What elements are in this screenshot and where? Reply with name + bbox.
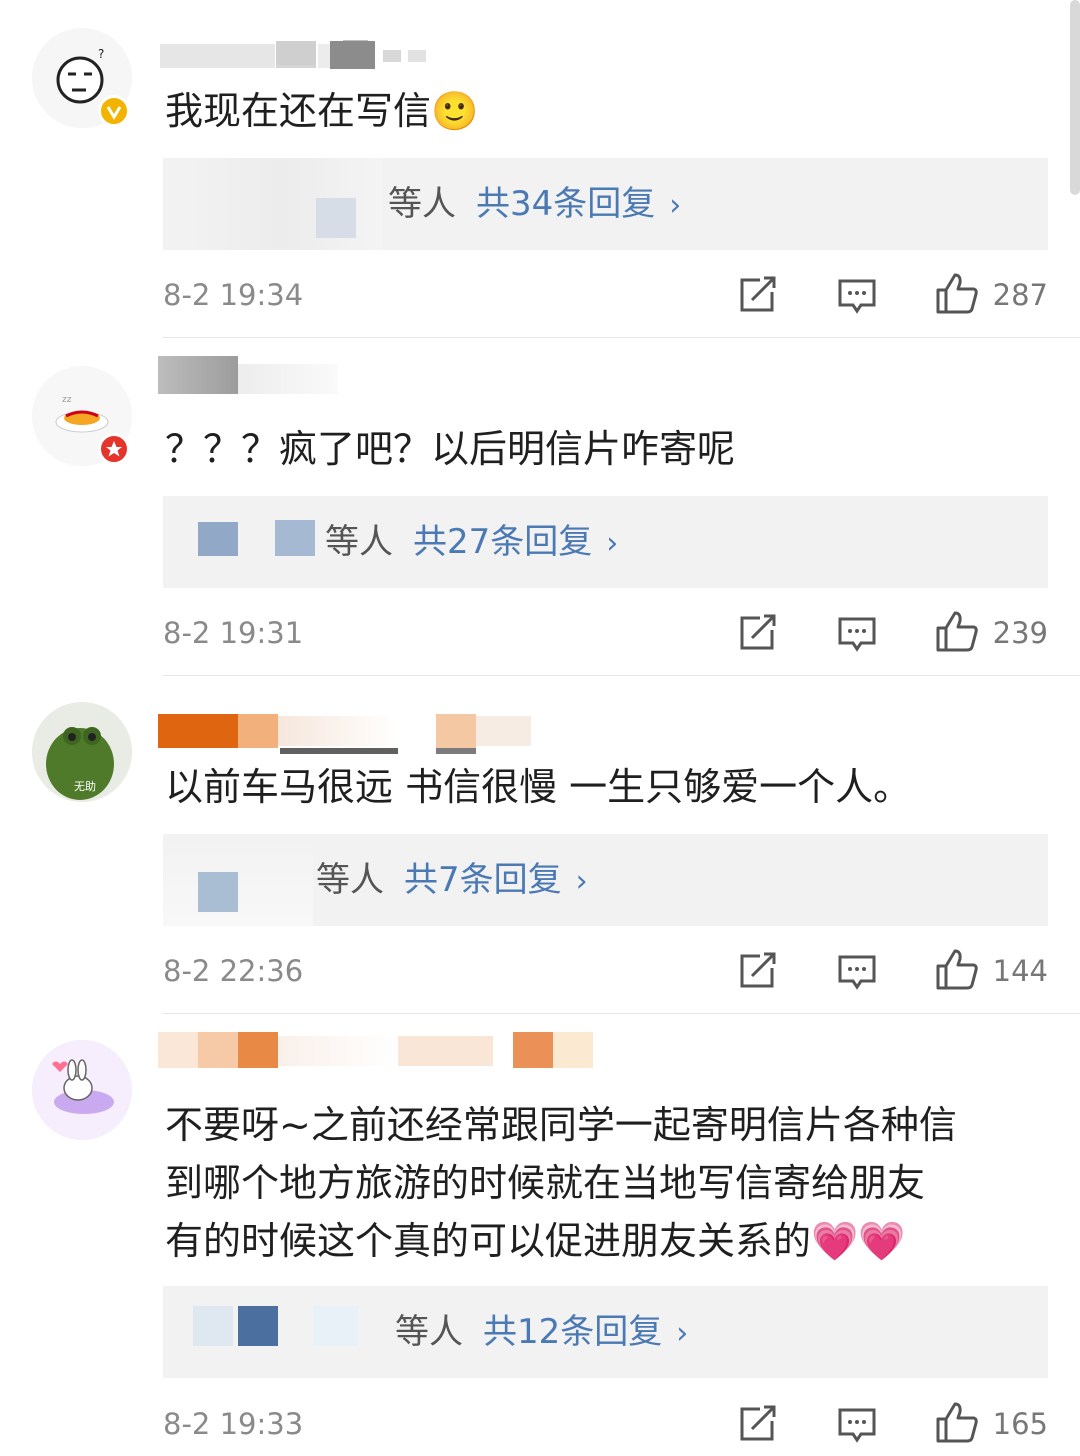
verified-badge-icon	[98, 433, 130, 465]
rabbit-avatar-icon	[32, 1040, 132, 1140]
comment-text-line: 到哪个地方旅游的时候就在当地写信寄给朋友	[165, 1161, 926, 1205]
like-count: 239	[992, 616, 1048, 650]
reply-preview[interactable]: 等人 共12条回复 ›	[163, 1286, 1048, 1378]
chevron-right-icon: ›	[669, 188, 682, 223]
reply-preview[interactable]: 等人 共34条回复 ›	[163, 158, 1048, 250]
comment-icon[interactable]	[837, 278, 877, 314]
reply-count-link[interactable]: 共7条回复	[404, 860, 562, 900]
reply-authors-suffix: 等人	[395, 1312, 463, 1352]
chevron-right-icon: ›	[676, 1316, 689, 1351]
thumbs-up-icon[interactable]	[935, 272, 979, 314]
like-count: 144	[992, 954, 1048, 988]
username-redacted[interactable]	[158, 714, 578, 754]
thumbs-up-icon[interactable]	[935, 610, 979, 652]
share-icon[interactable]	[738, 614, 778, 652]
comment-icon[interactable]	[837, 616, 877, 652]
reply-authors-suffix: 等人	[388, 184, 456, 224]
share-icon[interactable]	[738, 276, 778, 314]
frog-avatar-icon: 无助	[32, 702, 132, 802]
comment-text-line: 不要呀~之前还经常跟同学一起寄明信片各种信	[165, 1103, 957, 1147]
reply-preview[interactable]: 等人 共7条回复 ›	[163, 834, 1048, 926]
comment-item: 不要呀~之前还经常跟同学一起寄明信片各种信 到哪个地方旅游的时候就在当地写信寄给…	[0, 1014, 1080, 1456]
svg-text:?: ?	[98, 47, 104, 61]
like-count: 165	[992, 1407, 1048, 1441]
thumbs-up-icon[interactable]	[935, 948, 979, 990]
chevron-right-icon: ›	[606, 526, 619, 561]
comment-text: 我现在还在写信🙂	[165, 89, 479, 133]
comment-icon[interactable]	[837, 954, 877, 990]
reply-authors-suffix: 等人	[316, 860, 384, 900]
comment-item: zz ？？？疯了吧？以后明信片咋寄呢 等人 共27条回复 › 8-2 19:31 2…	[0, 338, 1080, 676]
svg-text:无助: 无助	[74, 779, 96, 793]
comment-item: 无助 以前车马很远 书信很慢 一生只够爱一个人。 等人 共7条回复 › 8-2 22…	[0, 676, 1080, 1014]
username-redacted[interactable]	[158, 38, 578, 72]
comment-text: ？？？疯了吧？以后明信片咋寄呢	[165, 427, 736, 471]
comment-text: 以前车马很远 书信很慢 一生只够爱一个人。	[165, 765, 912, 809]
avatar[interactable]	[32, 1040, 132, 1140]
comment-item: ? 我现在还在写信🙂 等人 共34条回复 › 8-2 19:34 287	[0, 0, 1080, 338]
comment-icon[interactable]	[837, 1407, 877, 1443]
comment-time: 8-2 22:36	[163, 954, 304, 988]
comment-text-line: 有的时候这个真的可以促进朋友关系的💗💗	[165, 1219, 906, 1263]
chevron-right-icon: ›	[575, 864, 588, 899]
reply-authors-suffix: 等人	[325, 522, 393, 562]
comment-text: 不要呀~之前还经常跟同学一起寄明信片各种信 到哪个地方旅游的时候就在当地写信寄给…	[165, 1096, 1045, 1270]
username-redacted[interactable]	[158, 1032, 593, 1068]
comment-time: 8-2 19:34	[163, 278, 304, 312]
reply-preview[interactable]: 等人 共27条回复 ›	[163, 496, 1048, 588]
svg-text:zz: zz	[62, 395, 72, 405]
thumbs-up-icon[interactable]	[935, 1401, 979, 1443]
comment-time: 8-2 19:31	[163, 616, 304, 650]
reply-count-link[interactable]: 共12条回复	[483, 1312, 662, 1352]
share-icon[interactable]	[738, 952, 778, 990]
like-count: 287	[992, 278, 1048, 312]
verified-badge-icon	[98, 95, 130, 127]
username-redacted[interactable]	[158, 356, 578, 394]
reply-count-link[interactable]: 共27条回复	[413, 522, 592, 562]
reply-count-link[interactable]: 共34条回复	[476, 184, 655, 224]
comment-time: 8-2 19:33	[163, 1407, 304, 1441]
avatar[interactable]: 无助	[32, 702, 132, 802]
share-icon[interactable]	[738, 1405, 778, 1443]
